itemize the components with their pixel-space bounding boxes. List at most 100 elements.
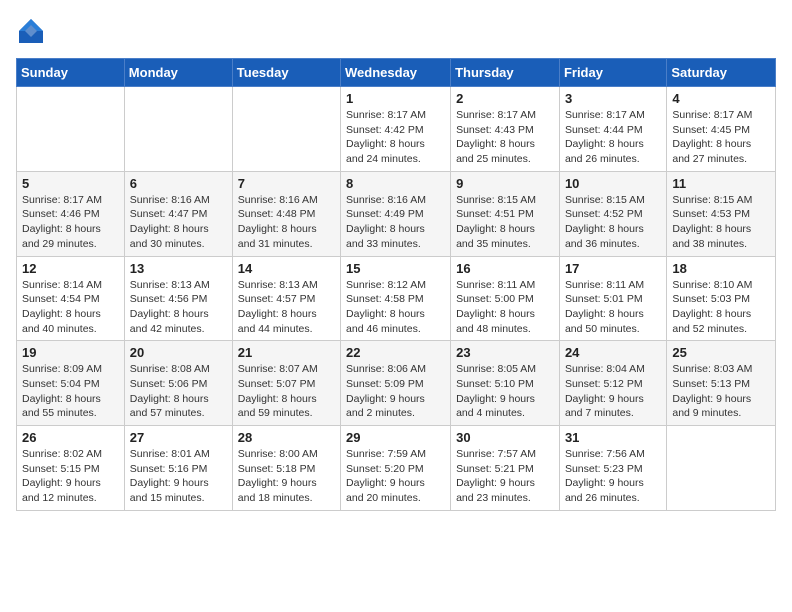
day-number: 29: [346, 430, 445, 445]
day-cell: 20 Sunrise: 8:08 AM Sunset: 5:06 PM Dayli…: [124, 341, 232, 426]
day-info: Sunrise: 8:11 AM Sunset: 5:00 PM Dayligh…: [456, 278, 554, 337]
day-info: Sunrise: 8:16 AM Sunset: 4:49 PM Dayligh…: [346, 193, 445, 252]
day-cell: [17, 87, 125, 172]
day-cell: 1 Sunrise: 8:17 AM Sunset: 4:42 PM Daylig…: [341, 87, 451, 172]
day-cell: 21 Sunrise: 8:07 AM Sunset: 5:07 PM Dayli…: [232, 341, 340, 426]
day-number: 31: [565, 430, 661, 445]
day-info: Sunrise: 8:09 AM Sunset: 5:04 PM Dayligh…: [22, 362, 119, 421]
day-cell: 12 Sunrise: 8:14 AM Sunset: 4:54 PM Dayli…: [17, 256, 125, 341]
day-cell: 27 Sunrise: 8:01 AM Sunset: 5:16 PM Dayli…: [124, 426, 232, 511]
day-info: Sunrise: 7:59 AM Sunset: 5:20 PM Dayligh…: [346, 447, 445, 506]
week-row-5: 26 Sunrise: 8:02 AM Sunset: 5:15 PM Dayli…: [17, 426, 776, 511]
day-cell: 5Sunrise: 8:17 AM Sunset: 4:46 PM Daylig…: [17, 171, 125, 256]
day-info: Sunrise: 8:05 AM Sunset: 5:10 PM Dayligh…: [456, 362, 554, 421]
day-number: 20: [130, 345, 227, 360]
day-cell: 2Sunrise: 8:17 AM Sunset: 4:43 PM Daylig…: [451, 87, 560, 172]
day-cell: 26 Sunrise: 8:02 AM Sunset: 5:15 PM Dayli…: [17, 426, 125, 511]
day-info: Sunrise: 7:57 AM Sunset: 5:21 PM Dayligh…: [456, 447, 554, 506]
weekday-header-monday: Monday: [124, 59, 232, 87]
weekday-header-sunday: Sunday: [17, 59, 125, 87]
day-info: Sunrise: 8:17 AM Sunset: 4:43 PM Dayligh…: [456, 108, 554, 167]
page-header: [16, 16, 776, 46]
day-number: 26: [22, 430, 119, 445]
day-info: Sunrise: 7:56 AM Sunset: 5:23 PM Dayligh…: [565, 447, 661, 506]
day-info: Sunrise: 8:02 AM Sunset: 5:15 PM Dayligh…: [22, 447, 119, 506]
day-info: Sunrise: 8:04 AM Sunset: 5:12 PM Dayligh…: [565, 362, 661, 421]
day-info: Sunrise: 8:08 AM Sunset: 5:06 PM Dayligh…: [130, 362, 227, 421]
logo: [16, 16, 48, 46]
day-info: Sunrise: 8:15 AM Sunset: 4:52 PM Dayligh…: [565, 193, 661, 252]
day-number: 12: [22, 261, 119, 276]
day-cell: 18Sunrise: 8:10 AM Sunset: 5:03 PM Dayli…: [667, 256, 776, 341]
weekday-header-wednesday: Wednesday: [341, 59, 451, 87]
weekday-header-friday: Friday: [559, 59, 666, 87]
day-number: 17: [565, 261, 661, 276]
day-info: Sunrise: 8:07 AM Sunset: 5:07 PM Dayligh…: [238, 362, 335, 421]
day-number: 13: [130, 261, 227, 276]
day-cell: 11 Sunrise: 8:15 AM Sunset: 4:53 PM Dayli…: [667, 171, 776, 256]
day-info: Sunrise: 8:06 AM Sunset: 5:09 PM Dayligh…: [346, 362, 445, 421]
day-cell: 7Sunrise: 8:16 AM Sunset: 4:48 PM Daylig…: [232, 171, 340, 256]
day-number: 9: [456, 176, 554, 191]
day-cell: 15 Sunrise: 8:12 AM Sunset: 4:58 PM Dayli…: [341, 256, 451, 341]
day-cell: [124, 87, 232, 172]
day-number: 8: [346, 176, 445, 191]
day-info: Sunrise: 8:12 AM Sunset: 4:58 PM Dayligh…: [346, 278, 445, 337]
day-cell: 22 Sunrise: 8:06 AM Sunset: 5:09 PM Dayli…: [341, 341, 451, 426]
day-number: 15: [346, 261, 445, 276]
weekday-header-thursday: Thursday: [451, 59, 560, 87]
week-row-4: 19 Sunrise: 8:09 AM Sunset: 5:04 PM Dayli…: [17, 341, 776, 426]
logo-icon: [16, 16, 46, 46]
day-cell: 25Sunrise: 8:03 AM Sunset: 5:13 PM Dayli…: [667, 341, 776, 426]
day-info: Sunrise: 8:11 AM Sunset: 5:01 PM Dayligh…: [565, 278, 661, 337]
day-number: 22: [346, 345, 445, 360]
day-cell: 30Sunrise: 7:57 AM Sunset: 5:21 PM Dayli…: [451, 426, 560, 511]
day-cell: 8 Sunrise: 8:16 AM Sunset: 4:49 PM Daylig…: [341, 171, 451, 256]
day-info: Sunrise: 8:17 AM Sunset: 4:45 PM Dayligh…: [672, 108, 770, 167]
calendar-body: 1 Sunrise: 8:17 AM Sunset: 4:42 PM Daylig…: [17, 87, 776, 511]
day-info: Sunrise: 8:16 AM Sunset: 4:47 PM Dayligh…: [130, 193, 227, 252]
day-number: 3: [565, 91, 661, 106]
day-info: Sunrise: 8:14 AM Sunset: 4:54 PM Dayligh…: [22, 278, 119, 337]
day-info: Sunrise: 8:15 AM Sunset: 4:53 PM Dayligh…: [672, 193, 770, 252]
day-number: 6: [130, 176, 227, 191]
day-number: 16: [456, 261, 554, 276]
day-info: Sunrise: 8:03 AM Sunset: 5:13 PM Dayligh…: [672, 362, 770, 421]
weekday-header-saturday: Saturday: [667, 59, 776, 87]
day-cell: 10Sunrise: 8:15 AM Sunset: 4:52 PM Dayli…: [559, 171, 666, 256]
day-info: Sunrise: 8:13 AM Sunset: 4:56 PM Dayligh…: [130, 278, 227, 337]
day-info: Sunrise: 8:17 AM Sunset: 4:42 PM Dayligh…: [346, 108, 445, 167]
day-number: 21: [238, 345, 335, 360]
day-number: 7: [238, 176, 335, 191]
day-number: 24: [565, 345, 661, 360]
day-cell: 16 Sunrise: 8:11 AM Sunset: 5:00 PM Dayli…: [451, 256, 560, 341]
day-number: 1: [346, 91, 445, 106]
weekday-header-tuesday: Tuesday: [232, 59, 340, 87]
day-number: 14: [238, 261, 335, 276]
day-cell: [667, 426, 776, 511]
day-cell: 29 Sunrise: 7:59 AM Sunset: 5:20 PM Dayli…: [341, 426, 451, 511]
day-info: Sunrise: 8:17 AM Sunset: 4:44 PM Dayligh…: [565, 108, 661, 167]
day-number: 11: [672, 176, 770, 191]
day-info: Sunrise: 8:10 AM Sunset: 5:03 PM Dayligh…: [672, 278, 770, 337]
week-row-2: 5Sunrise: 8:17 AM Sunset: 4:46 PM Daylig…: [17, 171, 776, 256]
day-info: Sunrise: 8:15 AM Sunset: 4:51 PM Dayligh…: [456, 193, 554, 252]
week-row-3: 12 Sunrise: 8:14 AM Sunset: 4:54 PM Dayli…: [17, 256, 776, 341]
day-cell: 6 Sunrise: 8:16 AM Sunset: 4:47 PM Daylig…: [124, 171, 232, 256]
weekday-row: SundayMondayTuesdayWednesdayThursdayFrid…: [17, 59, 776, 87]
day-cell: 19 Sunrise: 8:09 AM Sunset: 5:04 PM Dayli…: [17, 341, 125, 426]
day-number: 27: [130, 430, 227, 445]
day-info: Sunrise: 8:01 AM Sunset: 5:16 PM Dayligh…: [130, 447, 227, 506]
day-cell: 4 Sunrise: 8:17 AM Sunset: 4:45 PM Daylig…: [667, 87, 776, 172]
day-cell: 9 Sunrise: 8:15 AM Sunset: 4:51 PM Daylig…: [451, 171, 560, 256]
day-number: 19: [22, 345, 119, 360]
day-number: 4: [672, 91, 770, 106]
day-cell: 3 Sunrise: 8:17 AM Sunset: 4:44 PM Daylig…: [559, 87, 666, 172]
day-number: 5: [22, 176, 119, 191]
day-cell: 24 Sunrise: 8:04 AM Sunset: 5:12 PM Dayli…: [559, 341, 666, 426]
day-cell: 13 Sunrise: 8:13 AM Sunset: 4:56 PM Dayli…: [124, 256, 232, 341]
calendar-header: SundayMondayTuesdayWednesdayThursdayFrid…: [17, 59, 776, 87]
day-cell: [232, 87, 340, 172]
calendar-table: SundayMondayTuesdayWednesdayThursdayFrid…: [16, 58, 776, 511]
day-cell: 31 Sunrise: 7:56 AM Sunset: 5:23 PM Dayli…: [559, 426, 666, 511]
